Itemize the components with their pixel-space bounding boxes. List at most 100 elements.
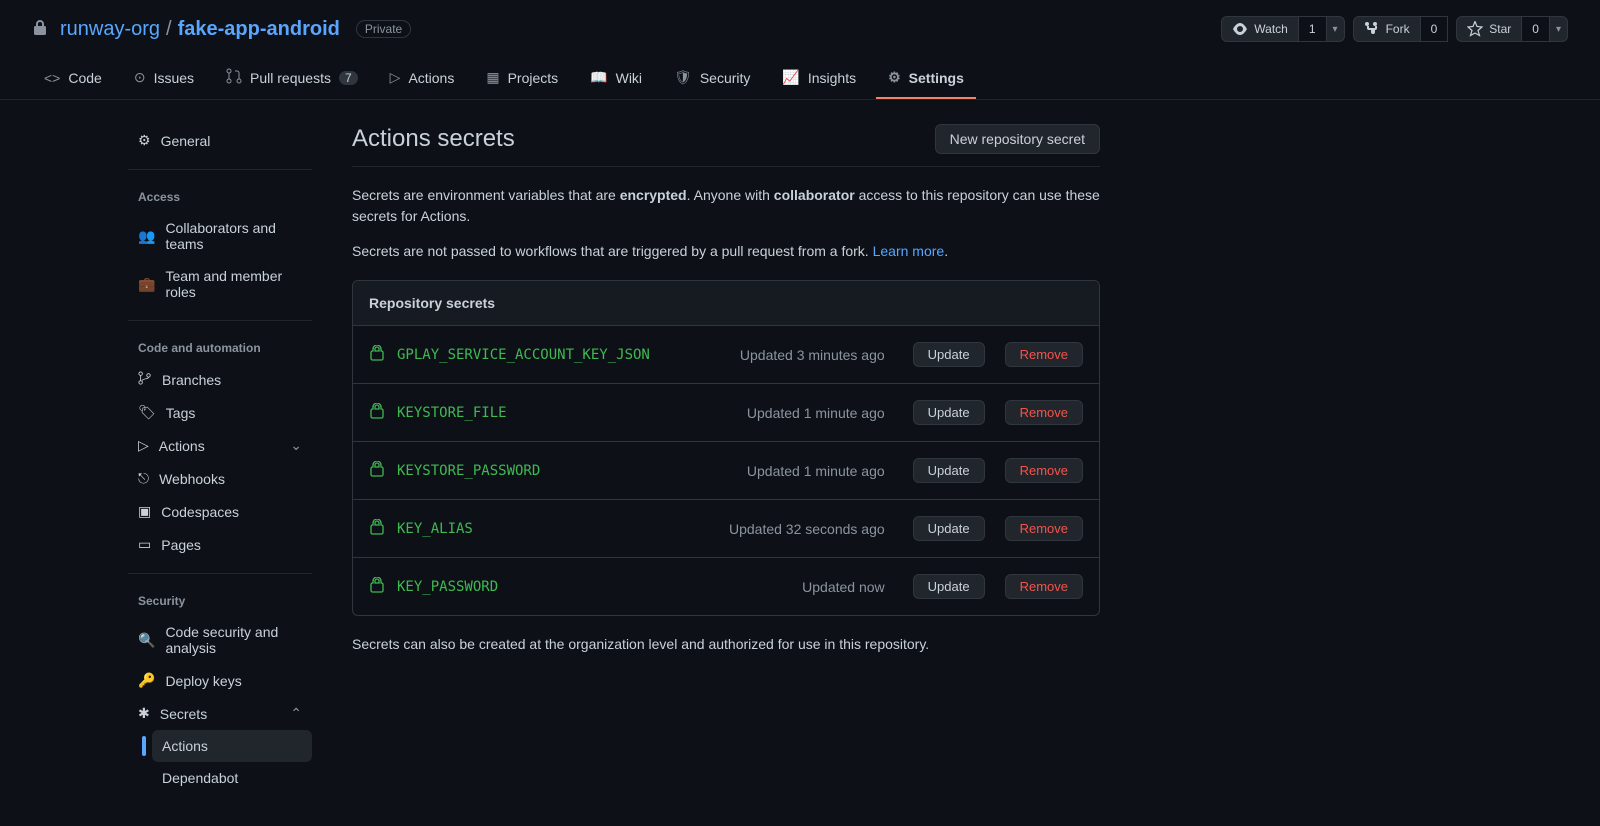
star-button-group[interactable]: Star 0 ▾	[1456, 16, 1568, 42]
fork-icon	[1364, 21, 1380, 37]
issue-icon: ⊙	[134, 69, 146, 86]
lock-icon	[369, 577, 385, 596]
asterisk-icon: ✱	[138, 705, 150, 722]
watch-button-group[interactable]: Watch 1 ▾	[1221, 16, 1344, 42]
eye-icon	[1232, 21, 1248, 37]
sidebar-actions[interactable]: ▷Actions⌄	[128, 429, 312, 462]
book-icon: 📖	[590, 69, 607, 86]
description-text: Secrets are environment variables that a…	[352, 185, 1100, 227]
sidebar-team-roles[interactable]: 💼Team and member roles	[128, 260, 312, 308]
sidebar-deploy-keys[interactable]: 🔑Deploy keys	[128, 664, 312, 697]
tab-settings[interactable]: ⚙Settings	[876, 58, 976, 99]
sidebar-heading-automation: Code and automation	[128, 333, 312, 363]
branch-icon	[138, 371, 152, 388]
update-button[interactable]: Update	[913, 400, 985, 425]
sidebar-tags[interactable]: 🏷Tags	[128, 396, 312, 429]
lock-icon	[369, 403, 385, 422]
chevron-up-icon: ⌃	[290, 705, 302, 722]
play-icon: ▷	[138, 437, 149, 454]
gear-icon: ⚙	[888, 69, 901, 86]
lock-icon	[32, 20, 48, 39]
secret-updated: Updated 32 seconds ago	[729, 521, 885, 537]
remove-button[interactable]: Remove	[1005, 400, 1083, 425]
secret-name: KEYSTORE_FILE	[397, 405, 507, 421]
tab-pulls[interactable]: Pull requests7	[214, 58, 370, 99]
webhook-icon: ⎋	[138, 470, 149, 487]
secrets-table-header: Repository secrets	[353, 281, 1099, 326]
repo-link[interactable]: fake-app-android	[178, 18, 340, 41]
secret-updated: Updated 3 minutes ago	[740, 347, 885, 363]
tab-code[interactable]: <>Code	[32, 58, 114, 99]
lock-icon	[369, 461, 385, 480]
chevron-down-icon: ⌄	[290, 437, 302, 454]
sidebar-secrets-dependabot[interactable]: Dependabot	[152, 762, 312, 794]
code-icon: <>	[44, 70, 60, 86]
sidebar-heading-access: Access	[128, 182, 312, 212]
sidebar-pages[interactable]: ▭Pages	[128, 528, 312, 561]
sidebar-collaborators[interactable]: 👥Collaborators and teams	[128, 212, 312, 260]
project-icon: ▦	[486, 69, 499, 86]
tab-projects[interactable]: ▦Projects	[474, 58, 570, 99]
new-secret-button[interactable]: New repository secret	[935, 124, 1100, 154]
remove-button[interactable]: Remove	[1005, 458, 1083, 483]
secrets-table: Repository secrets GPLAY_SERVICE_ACCOUNT…	[352, 280, 1100, 616]
pull-request-icon	[226, 68, 242, 87]
search-shield-icon: 🔍	[138, 632, 155, 649]
secret-updated: Updated now	[802, 579, 885, 595]
sidebar-secrets-actions[interactable]: Actions	[152, 730, 312, 762]
update-button[interactable]: Update	[913, 458, 985, 483]
sidebar-secrets[interactable]: ✱Secrets⌃	[128, 697, 312, 730]
lock-icon	[369, 345, 385, 364]
fork-note: Secrets are not passed to workflows that…	[352, 241, 1100, 262]
remove-button[interactable]: Remove	[1005, 342, 1083, 367]
chevron-down-icon[interactable]: ▾	[1550, 16, 1568, 42]
update-button[interactable]: Update	[913, 342, 985, 367]
chevron-down-icon[interactable]: ▾	[1327, 16, 1345, 42]
page-title: Actions secrets	[352, 125, 515, 153]
tab-insights[interactable]: 📈Insights	[770, 58, 868, 99]
lock-icon	[369, 519, 385, 538]
update-button[interactable]: Update	[913, 574, 985, 599]
graph-icon: 📈	[782, 69, 799, 86]
sidebar-codespaces[interactable]: ▣Codespaces	[128, 495, 312, 528]
gear-icon: ⚙	[138, 132, 151, 149]
briefcase-icon: 💼	[138, 276, 155, 293]
visibility-badge: Private	[356, 20, 411, 38]
key-icon: 🔑	[138, 672, 155, 689]
secret-name: GPLAY_SERVICE_ACCOUNT_KEY_JSON	[397, 347, 650, 363]
learn-more-link[interactable]: Learn more	[873, 243, 945, 259]
secret-row: KEY_ALIAS Updated 32 seconds ago Update …	[353, 500, 1099, 558]
update-button[interactable]: Update	[913, 516, 985, 541]
secret-name: KEY_ALIAS	[397, 521, 473, 537]
secret-row: KEYSTORE_PASSWORD Updated 1 minute ago U…	[353, 442, 1099, 500]
secret-updated: Updated 1 minute ago	[747, 405, 885, 421]
secret-name: KEYSTORE_PASSWORD	[397, 463, 540, 479]
secret-name: KEY_PASSWORD	[397, 579, 498, 595]
tab-security[interactable]: 🛡Security	[662, 58, 762, 99]
browser-icon: ▭	[138, 536, 151, 553]
shield-icon: 🛡	[674, 69, 692, 86]
tab-actions[interactable]: ▷Actions	[378, 58, 467, 99]
sidebar-branches[interactable]: Branches	[128, 363, 312, 396]
sidebar-heading-security: Security	[128, 586, 312, 616]
org-secrets-note: Secrets can also be created at the organ…	[352, 636, 1100, 652]
secret-row: KEY_PASSWORD Updated now Update Remove	[353, 558, 1099, 615]
breadcrumb: runway-org / fake-app-android	[60, 18, 340, 41]
remove-button[interactable]: Remove	[1005, 516, 1083, 541]
tab-issues[interactable]: ⊙Issues	[122, 58, 206, 99]
secret-row: KEYSTORE_FILE Updated 1 minute ago Updat…	[353, 384, 1099, 442]
people-icon: 👥	[138, 228, 155, 245]
tag-icon: 🏷	[138, 404, 156, 421]
org-link[interactable]: runway-org	[60, 18, 160, 41]
sidebar-general[interactable]: ⚙General	[128, 124, 312, 157]
star-icon	[1467, 21, 1483, 37]
sidebar-webhooks[interactable]: ⎋Webhooks	[128, 462, 312, 495]
secret-row: GPLAY_SERVICE_ACCOUNT_KEY_JSON Updated 3…	[353, 326, 1099, 384]
play-icon: ▷	[390, 69, 401, 86]
sidebar-code-security[interactable]: 🔍Code security and analysis	[128, 616, 312, 664]
remove-button[interactable]: Remove	[1005, 574, 1083, 599]
codespaces-icon: ▣	[138, 503, 151, 520]
fork-button-group[interactable]: Fork 0	[1353, 16, 1449, 42]
tab-wiki[interactable]: 📖Wiki	[578, 58, 654, 99]
secret-updated: Updated 1 minute ago	[747, 463, 885, 479]
